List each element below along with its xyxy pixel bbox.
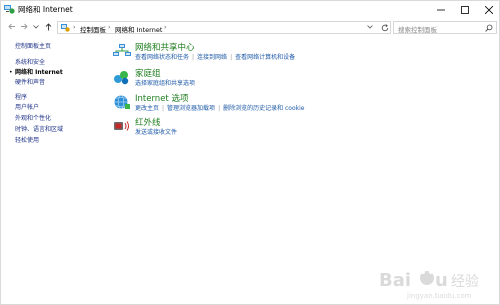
internet-options-icon xyxy=(114,95,130,109)
link-homegroup-sharing-options[interactable]: 选择家庭组和共享选项 xyxy=(135,80,195,87)
address-bar[interactable]: › 控制面板 › 网络和 Internet › xyxy=(57,21,391,34)
link-separator: | xyxy=(230,54,233,61)
back-arrow-icon xyxy=(8,23,15,30)
category-title-network-sharing[interactable]: 网络和共享中心 xyxy=(135,43,195,53)
title-bar: 网络和 Internet xyxy=(1,1,499,18)
forward-arrow-icon xyxy=(21,23,28,30)
up-button[interactable] xyxy=(43,21,53,32)
homegroup-icon xyxy=(114,71,129,85)
svg-text:Bai: Bai xyxy=(379,270,411,291)
category-links: 选择家庭组和共享选项 xyxy=(135,80,195,87)
breadcrumb-separator: › xyxy=(108,23,111,31)
breadcrumb-separator: › xyxy=(73,23,76,31)
navigation-bar: › 控制面板 › 网络和 Internet › 搜索控制面板 xyxy=(1,18,499,36)
forward-button[interactable] xyxy=(19,21,29,32)
link-separator: | xyxy=(192,54,195,61)
link-change-home-page[interactable]: 更改主页 xyxy=(135,105,159,112)
recent-locations-button[interactable] xyxy=(31,21,41,32)
refresh-button[interactable] xyxy=(378,21,392,34)
breadcrumb-network-internet[interactable]: 网络和 Internet xyxy=(115,24,162,34)
sidebar-item-appearance[interactable]: 外观和个性化 xyxy=(15,115,51,123)
link-view-network-computers[interactable]: 查看网络计算机和设备 xyxy=(235,54,295,61)
sidebar-item-clock-language-region[interactable]: 时钟、语言和区域 xyxy=(15,126,63,134)
search-placeholder: 搜索控制面板 xyxy=(398,26,437,34)
window-title: 网络和 Internet xyxy=(18,5,73,14)
refresh-icon xyxy=(381,23,389,31)
chevron-down-icon xyxy=(367,25,373,29)
minimize-icon xyxy=(437,9,445,10)
infrared-icon xyxy=(114,121,129,131)
category-title-internet-options[interactable]: Internet 选项 xyxy=(135,94,188,104)
sidebar-item-system-security[interactable]: 系统和安全 xyxy=(15,59,45,67)
sidebar-item-user-accounts[interactable]: 用户帐户 xyxy=(15,104,39,112)
category-links: 更改主页 | 管理浏览器加载项 | 删除浏览的历史记录和 cookie xyxy=(135,105,304,112)
active-item-bullet: • xyxy=(9,69,13,76)
network-sharing-icon xyxy=(113,44,131,56)
sidebar-item-programs[interactable]: 程序 xyxy=(15,94,27,102)
address-dropdown-button[interactable] xyxy=(367,24,373,31)
maximize-button[interactable] xyxy=(453,1,477,18)
category-title-infrared[interactable]: 红外线 xyxy=(135,118,161,128)
sidebar-item-network-internet[interactable]: 网络和 Internet xyxy=(15,69,63,77)
search-icon[interactable] xyxy=(485,24,493,32)
svg-text:经验: 经验 xyxy=(451,274,479,290)
category-links: 发送或接收文件 xyxy=(135,129,177,136)
link-separator: | xyxy=(218,105,221,112)
category-links: 查看网络状态和任务 | 连接到网络 | 查看网络计算机和设备 xyxy=(135,54,295,61)
link-separator: | xyxy=(162,105,165,112)
category-title-homegroup[interactable]: 家庭组 xyxy=(135,69,161,79)
link-connect-to-network[interactable]: 连接到网络 xyxy=(197,54,227,61)
back-button[interactable] xyxy=(7,21,17,32)
up-arrow-icon xyxy=(45,22,51,30)
svg-text:jingyan.baidu.com: jingyan.baidu.com xyxy=(406,292,472,300)
search-box[interactable]: 搜索控制面板 xyxy=(393,21,497,34)
link-delete-browsing-history[interactable]: 删除浏览的历史记录和 cookie xyxy=(223,105,304,112)
sidebar-item-hardware-sound[interactable]: 硬件和声音 xyxy=(15,79,45,87)
baidu-jingyan-watermark: Bai u 经验 jingyan.baidu.com xyxy=(379,270,479,300)
breadcrumb-separator: › xyxy=(164,23,167,31)
link-send-receive-files[interactable]: 发送或接收文件 xyxy=(135,129,177,136)
control-panel-icon xyxy=(61,24,70,32)
maximize-icon xyxy=(461,5,469,14)
network-app-icon xyxy=(4,5,15,14)
sidebar-item-control-panel-home[interactable]: 控制面板主页 xyxy=(15,43,51,51)
control-panel-window: 网络和 Internet › 控制面板 › 网络和 Internet › 搜索控… xyxy=(0,0,500,305)
link-manage-addons[interactable]: 管理浏览器加载项 xyxy=(167,105,215,112)
link-view-network-status[interactable]: 查看网络状态和任务 xyxy=(135,54,189,61)
chevron-down-icon xyxy=(33,24,39,29)
svg-text:u: u xyxy=(435,270,448,291)
breadcrumb-control-panel[interactable]: 控制面板 xyxy=(80,24,106,34)
close-icon xyxy=(485,5,493,14)
close-button[interactable] xyxy=(477,1,500,18)
sidebar-item-ease-of-access[interactable]: 轻松使用 xyxy=(15,137,39,145)
minimize-button[interactable] xyxy=(429,1,453,18)
